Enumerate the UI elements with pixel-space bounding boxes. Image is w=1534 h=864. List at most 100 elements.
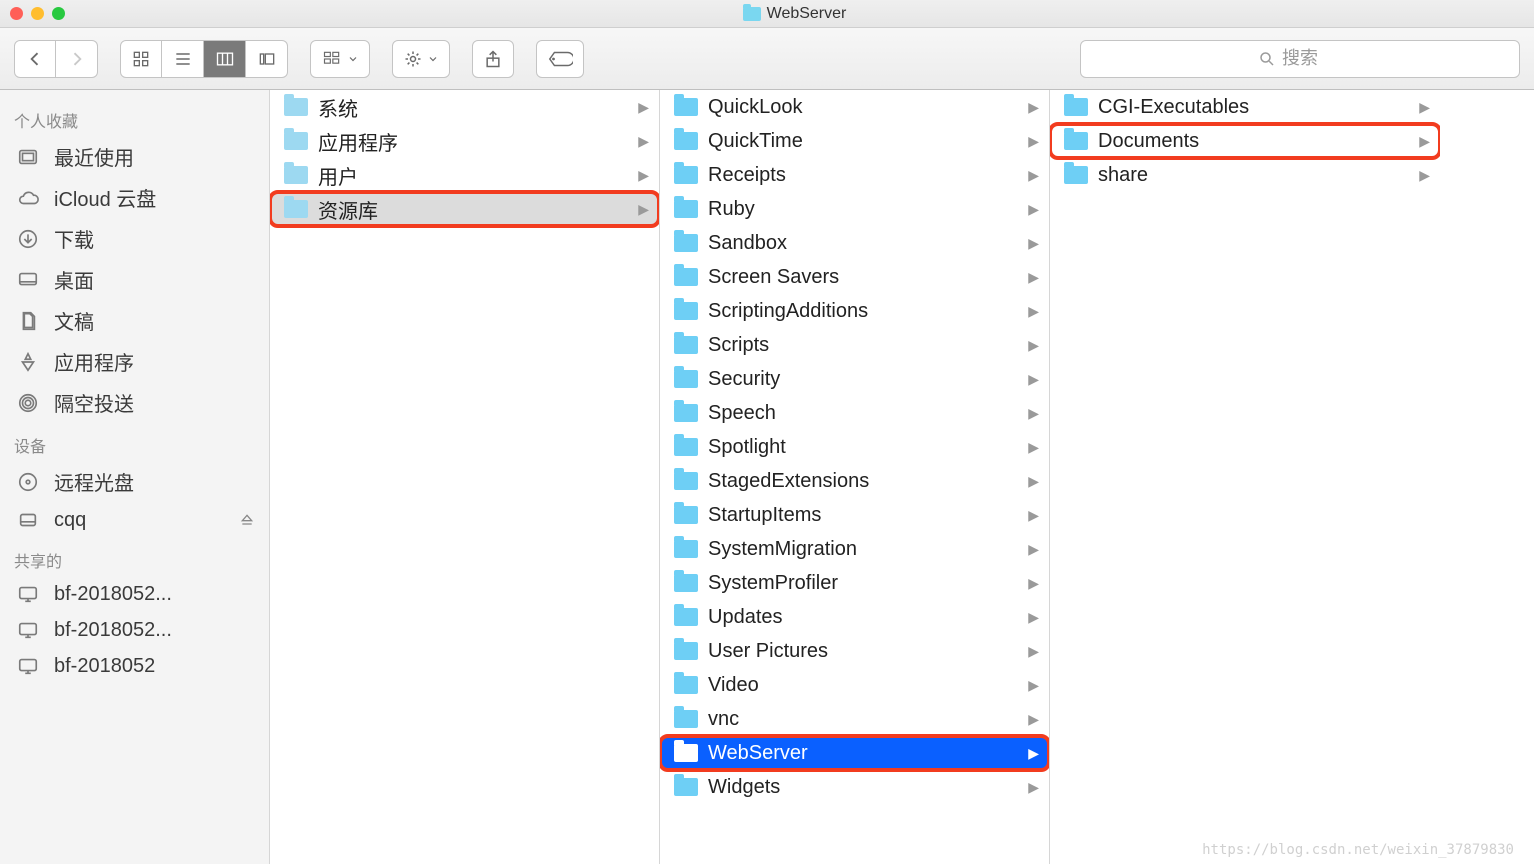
- folder-label: Widgets: [708, 776, 780, 799]
- chevron-right-icon: ▶: [1028, 609, 1039, 626]
- folder-item[interactable]: Updates▶: [660, 600, 1049, 634]
- chevron-right-icon: ▶: [1028, 269, 1039, 286]
- monitor-icon: [14, 582, 42, 606]
- sidebar-item[interactable]: 文稿: [0, 300, 269, 341]
- sidebar-section-header: 设备: [0, 423, 269, 461]
- folder-label: QuickTime: [708, 130, 803, 153]
- chevron-right-icon: ▶: [1419, 133, 1430, 150]
- tag-icon: [547, 49, 573, 69]
- folder-icon: [674, 166, 698, 184]
- sidebar-item-label: 文稿: [54, 306, 94, 335]
- action-button[interactable]: [392, 40, 450, 78]
- folder-item[interactable]: 用户▶: [270, 158, 659, 192]
- sidebar-item[interactable]: 最近使用: [0, 136, 269, 177]
- eject-icon[interactable]: [239, 512, 255, 528]
- chevron-right-icon: ▶: [1028, 201, 1039, 218]
- folder-icon: [674, 370, 698, 388]
- chevron-right-icon: ▶: [1419, 167, 1430, 184]
- folder-item[interactable]: WebServer▶: [660, 736, 1049, 770]
- chevron-right-icon: ▶: [1028, 133, 1039, 150]
- folder-label: vnc: [708, 708, 739, 731]
- sidebar-item[interactable]: 隔空投送: [0, 382, 269, 423]
- folder-item[interactable]: Ruby ▶: [660, 192, 1049, 226]
- back-button[interactable]: [14, 40, 56, 78]
- gear-icon: [403, 49, 423, 69]
- sidebar-item[interactable]: 远程光盘: [0, 461, 269, 502]
- folder-item[interactable]: Widgets▶: [660, 770, 1049, 804]
- folder-item[interactable]: SystemProfiler▶: [660, 566, 1049, 600]
- folder-icon: [284, 200, 308, 218]
- folder-item[interactable]: Sandbox▶: [660, 226, 1049, 260]
- chevron-right-icon: ▶: [1028, 337, 1039, 354]
- folder-item[interactable]: ScriptingAdditions▶: [660, 294, 1049, 328]
- folder-item[interactable]: User Pictures▶: [660, 634, 1049, 668]
- column-view-button[interactable]: [204, 40, 246, 78]
- folder-item[interactable]: QuickTime ▶: [660, 124, 1049, 158]
- tags-button[interactable]: [536, 40, 584, 78]
- monitor-icon: [14, 618, 42, 642]
- minimize-window-button[interactable]: [31, 7, 44, 20]
- folder-item[interactable]: Speech▶: [660, 396, 1049, 430]
- chevron-right-icon: ▶: [1028, 371, 1039, 388]
- folder-icon: [674, 268, 698, 286]
- folder-item[interactable]: Security ▶: [660, 362, 1049, 396]
- folder-label: Ruby: [708, 198, 755, 221]
- folder-item[interactable]: 资源库▶: [270, 192, 659, 226]
- folder-item[interactable]: Receipts▶: [660, 158, 1049, 192]
- sidebar-item[interactable]: bf-2018052...: [0, 612, 269, 648]
- folder-item[interactable]: CGI-Executables▶: [1050, 90, 1440, 124]
- chevron-right-icon: ▶: [1028, 507, 1039, 524]
- folder-item[interactable]: QuickLook▶: [660, 90, 1049, 124]
- window-controls: [10, 7, 65, 20]
- folder-label: ScriptingAdditions: [708, 300, 868, 323]
- chevron-right-icon: ▶: [1028, 167, 1039, 184]
- gallery-view-button[interactable]: [246, 40, 288, 78]
- folder-item[interactable]: 应用程序▶: [270, 124, 659, 158]
- icon-view-button[interactable]: [120, 40, 162, 78]
- gallery-icon: [257, 49, 277, 69]
- folder-icon: [674, 438, 698, 456]
- zoom-window-button[interactable]: [52, 7, 65, 20]
- folder-item[interactable]: vnc▶: [660, 702, 1049, 736]
- folder-item[interactable]: Screen Savers▶: [660, 260, 1049, 294]
- browser-column: 系统▶应用程序▶用户▶资源库▶: [270, 90, 660, 864]
- folder-item[interactable]: Spotlight▶: [660, 430, 1049, 464]
- folder-item[interactable]: 系统▶: [270, 90, 659, 124]
- sidebar-item[interactable]: bf-2018052: [0, 648, 269, 684]
- search-box[interactable]: [1080, 40, 1520, 78]
- chevron-right-icon: ▶: [1028, 677, 1039, 694]
- folder-label: share: [1098, 164, 1148, 187]
- sidebar-item[interactable]: cqq: [0, 502, 269, 538]
- folder-item[interactable]: Scripts▶: [660, 328, 1049, 362]
- list-view-button[interactable]: [162, 40, 204, 78]
- folder-label: 用户: [318, 161, 358, 190]
- sidebar-item[interactable]: iCloud 云盘: [0, 177, 269, 218]
- chevron-right-icon: ▶: [1028, 745, 1039, 762]
- folder-icon: [674, 336, 698, 354]
- search-input[interactable]: [1282, 48, 1342, 69]
- close-window-button[interactable]: [10, 7, 23, 20]
- view-mode-buttons: [120, 40, 288, 78]
- folder-item[interactable]: StagedExtensions▶: [660, 464, 1049, 498]
- sidebar-item[interactable]: 应用程序: [0, 341, 269, 382]
- forward-button[interactable]: [56, 40, 98, 78]
- sidebar-item[interactable]: 桌面: [0, 259, 269, 300]
- folder-icon: [674, 710, 698, 728]
- browser-column: CGI-Executables▶Documents▶ share ▶: [1050, 90, 1440, 864]
- browser-column: QuickLook▶QuickTime▶Receipts▶Ruby▶Sandbo…: [660, 90, 1050, 864]
- columns-icon: [215, 49, 235, 69]
- folder-icon: [674, 404, 698, 422]
- folder-item[interactable]: Video▶: [660, 668, 1049, 702]
- folder-item[interactable]: share ▶: [1050, 158, 1440, 192]
- sidebar-item[interactable]: bf-2018052...: [0, 576, 269, 612]
- folder-icon: [284, 98, 308, 116]
- group-by-button[interactable]: [310, 40, 370, 78]
- folder-icon: [674, 778, 698, 796]
- folder-item[interactable]: StartupItems▶: [660, 498, 1049, 532]
- folder-item[interactable]: Documents▶: [1050, 124, 1440, 158]
- sidebar-item[interactable]: 下载: [0, 218, 269, 259]
- folder-label: Security: [708, 368, 780, 391]
- share-button[interactable]: [472, 40, 514, 78]
- folder-item[interactable]: SystemMigration▶: [660, 532, 1049, 566]
- toolbar: [0, 28, 1534, 90]
